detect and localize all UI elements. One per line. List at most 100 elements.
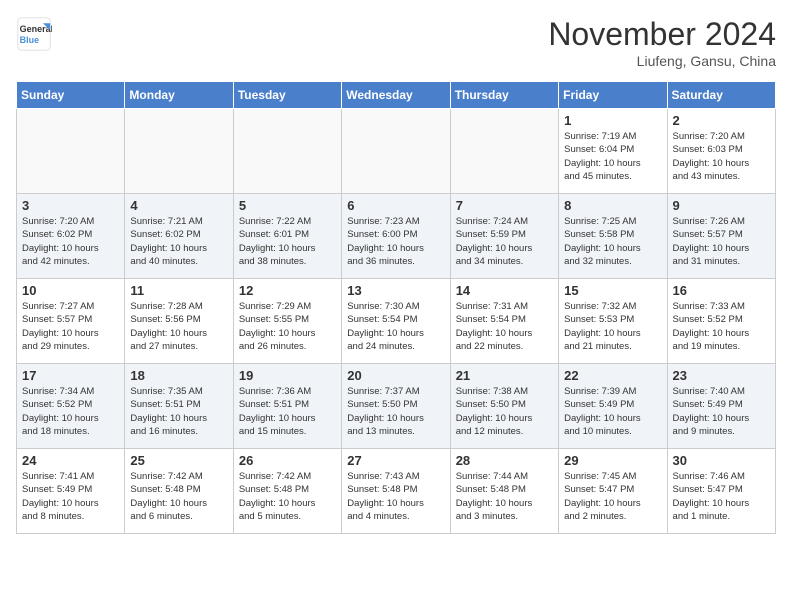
title-block: November 2024 Liufeng, Gansu, China <box>548 16 776 69</box>
day-number: 16 <box>673 283 770 298</box>
day-info: Sunrise: 7:46 AM Sunset: 5:47 PM Dayligh… <box>673 470 770 523</box>
day-number: 23 <box>673 368 770 383</box>
svg-text:Blue: Blue <box>20 35 40 45</box>
day-info: Sunrise: 7:32 AM Sunset: 5:53 PM Dayligh… <box>564 300 661 353</box>
calendar-cell <box>342 109 450 194</box>
day-info: Sunrise: 7:29 AM Sunset: 5:55 PM Dayligh… <box>239 300 336 353</box>
month-title: November 2024 <box>548 16 776 53</box>
day-info: Sunrise: 7:20 AM Sunset: 6:02 PM Dayligh… <box>22 215 119 268</box>
calendar-cell: 27 Sunrise: 7:43 AM Sunset: 5:48 PM Dayli… <box>342 449 450 534</box>
calendar-cell: 21 Sunrise: 7:38 AM Sunset: 5:50 PM Dayli… <box>450 364 558 449</box>
calendar-cell: 18 Sunrise: 7:35 AM Sunset: 5:51 PM Dayli… <box>125 364 233 449</box>
calendar-cell: 2Sunrise: 7:20 AM Sunset: 6:03 PM Daylig… <box>667 109 775 194</box>
col-header-friday: Friday <box>559 82 667 109</box>
calendar-cell <box>17 109 125 194</box>
calendar-cell <box>233 109 341 194</box>
calendar-cell: 9 Sunrise: 7:26 AM Sunset: 5:57 PM Daylig… <box>667 194 775 279</box>
day-info: Sunrise: 7:30 AM Sunset: 5:54 PM Dayligh… <box>347 300 444 353</box>
calendar-cell: 28 Sunrise: 7:44 AM Sunset: 5:48 PM Dayli… <box>450 449 558 534</box>
day-info: Sunrise: 7:20 AM Sunset: 6:03 PM Dayligh… <box>673 130 770 183</box>
day-number: 7 <box>456 198 553 213</box>
logo: General Blue <box>16 16 52 52</box>
page-header: General Blue November 2024 Liufeng, Gans… <box>16 16 776 69</box>
day-number: 6 <box>347 198 444 213</box>
calendar-cell: 17 Sunrise: 7:34 AM Sunset: 5:52 PM Dayli… <box>17 364 125 449</box>
logo-icon: General Blue <box>16 16 52 52</box>
calendar-cell: 20 Sunrise: 7:37 AM Sunset: 5:50 PM Dayli… <box>342 364 450 449</box>
day-info: Sunrise: 7:22 AM Sunset: 6:01 PM Dayligh… <box>239 215 336 268</box>
day-info: Sunrise: 7:43 AM Sunset: 5:48 PM Dayligh… <box>347 470 444 523</box>
calendar-cell: 8 Sunrise: 7:25 AM Sunset: 5:58 PM Daylig… <box>559 194 667 279</box>
day-info: Sunrise: 7:27 AM Sunset: 5:57 PM Dayligh… <box>22 300 119 353</box>
calendar-cell: 14Sunrise: 7:31 AM Sunset: 5:54 PM Dayli… <box>450 279 558 364</box>
day-number: 17 <box>22 368 119 383</box>
day-number: 22 <box>564 368 661 383</box>
day-info: Sunrise: 7:38 AM Sunset: 5:50 PM Dayligh… <box>456 385 553 438</box>
calendar-cell: 30 Sunrise: 7:46 AM Sunset: 5:47 PM Dayli… <box>667 449 775 534</box>
calendar-cell: 29Sunrise: 7:45 AM Sunset: 5:47 PM Dayli… <box>559 449 667 534</box>
day-number: 29 <box>564 453 661 468</box>
day-info: Sunrise: 7:41 AM Sunset: 5:49 PM Dayligh… <box>22 470 119 523</box>
day-info: Sunrise: 7:35 AM Sunset: 5:51 PM Dayligh… <box>130 385 227 438</box>
col-header-saturday: Saturday <box>667 82 775 109</box>
day-number: 30 <box>673 453 770 468</box>
calendar-week-4: 17 Sunrise: 7:34 AM Sunset: 5:52 PM Dayli… <box>17 364 776 449</box>
calendar-cell: 26Sunrise: 7:42 AM Sunset: 5:48 PM Dayli… <box>233 449 341 534</box>
calendar-cell: 13 Sunrise: 7:30 AM Sunset: 5:54 PM Dayli… <box>342 279 450 364</box>
day-info: Sunrise: 7:39 AM Sunset: 5:49 PM Dayligh… <box>564 385 661 438</box>
calendar-week-2: 3 Sunrise: 7:20 AM Sunset: 6:02 PM Daylig… <box>17 194 776 279</box>
day-info: Sunrise: 7:23 AM Sunset: 6:00 PM Dayligh… <box>347 215 444 268</box>
day-number: 11 <box>130 283 227 298</box>
day-number: 1 <box>564 113 661 128</box>
day-info: Sunrise: 7:19 AM Sunset: 6:04 PM Dayligh… <box>564 130 661 183</box>
calendar-week-5: 24Sunrise: 7:41 AM Sunset: 5:49 PM Dayli… <box>17 449 776 534</box>
day-number: 5 <box>239 198 336 213</box>
day-number: 8 <box>564 198 661 213</box>
calendar-cell: 15 Sunrise: 7:32 AM Sunset: 5:53 PM Dayli… <box>559 279 667 364</box>
day-number: 13 <box>347 283 444 298</box>
day-info: Sunrise: 7:34 AM Sunset: 5:52 PM Dayligh… <box>22 385 119 438</box>
day-info: Sunrise: 7:25 AM Sunset: 5:58 PM Dayligh… <box>564 215 661 268</box>
day-number: 21 <box>456 368 553 383</box>
calendar-cell: 3 Sunrise: 7:20 AM Sunset: 6:02 PM Daylig… <box>17 194 125 279</box>
calendar-cell: 4Sunrise: 7:21 AM Sunset: 6:02 PM Daylig… <box>125 194 233 279</box>
calendar-cell: 7 Sunrise: 7:24 AM Sunset: 5:59 PM Daylig… <box>450 194 558 279</box>
day-info: Sunrise: 7:37 AM Sunset: 5:50 PM Dayligh… <box>347 385 444 438</box>
day-number: 27 <box>347 453 444 468</box>
calendar-week-1: 1 Sunrise: 7:19 AM Sunset: 6:04 PM Daylig… <box>17 109 776 194</box>
day-number: 12 <box>239 283 336 298</box>
calendar-cell <box>125 109 233 194</box>
day-number: 19 <box>239 368 336 383</box>
day-info: Sunrise: 7:24 AM Sunset: 5:59 PM Dayligh… <box>456 215 553 268</box>
day-number: 25 <box>130 453 227 468</box>
calendar-cell <box>450 109 558 194</box>
col-header-wednesday: Wednesday <box>342 82 450 109</box>
day-number: 9 <box>673 198 770 213</box>
calendar-table: SundayMondayTuesdayWednesdayThursdayFrid… <box>16 81 776 534</box>
day-number: 15 <box>564 283 661 298</box>
calendar-cell: 1 Sunrise: 7:19 AM Sunset: 6:04 PM Daylig… <box>559 109 667 194</box>
day-info: Sunrise: 7:42 AM Sunset: 5:48 PM Dayligh… <box>239 470 336 523</box>
day-info: Sunrise: 7:40 AM Sunset: 5:49 PM Dayligh… <box>673 385 770 438</box>
col-header-monday: Monday <box>125 82 233 109</box>
calendar-cell: 5 Sunrise: 7:22 AM Sunset: 6:01 PM Daylig… <box>233 194 341 279</box>
day-info: Sunrise: 7:44 AM Sunset: 5:48 PM Dayligh… <box>456 470 553 523</box>
calendar-cell: 10 Sunrise: 7:27 AM Sunset: 5:57 PM Dayli… <box>17 279 125 364</box>
calendar-cell: 11Sunrise: 7:28 AM Sunset: 5:56 PM Dayli… <box>125 279 233 364</box>
day-number: 3 <box>22 198 119 213</box>
day-info: Sunrise: 7:26 AM Sunset: 5:57 PM Dayligh… <box>673 215 770 268</box>
calendar-week-3: 10 Sunrise: 7:27 AM Sunset: 5:57 PM Dayli… <box>17 279 776 364</box>
col-header-sunday: Sunday <box>17 82 125 109</box>
day-number: 28 <box>456 453 553 468</box>
day-info: Sunrise: 7:36 AM Sunset: 5:51 PM Dayligh… <box>239 385 336 438</box>
day-number: 18 <box>130 368 227 383</box>
col-header-thursday: Thursday <box>450 82 558 109</box>
calendar-cell: 16Sunrise: 7:33 AM Sunset: 5:52 PM Dayli… <box>667 279 775 364</box>
day-number: 10 <box>22 283 119 298</box>
day-info: Sunrise: 7:21 AM Sunset: 6:02 PM Dayligh… <box>130 215 227 268</box>
calendar-cell: 12 Sunrise: 7:29 AM Sunset: 5:55 PM Dayli… <box>233 279 341 364</box>
calendar-cell: 22 Sunrise: 7:39 AM Sunset: 5:49 PM Dayli… <box>559 364 667 449</box>
day-number: 14 <box>456 283 553 298</box>
col-header-tuesday: Tuesday <box>233 82 341 109</box>
day-number: 20 <box>347 368 444 383</box>
